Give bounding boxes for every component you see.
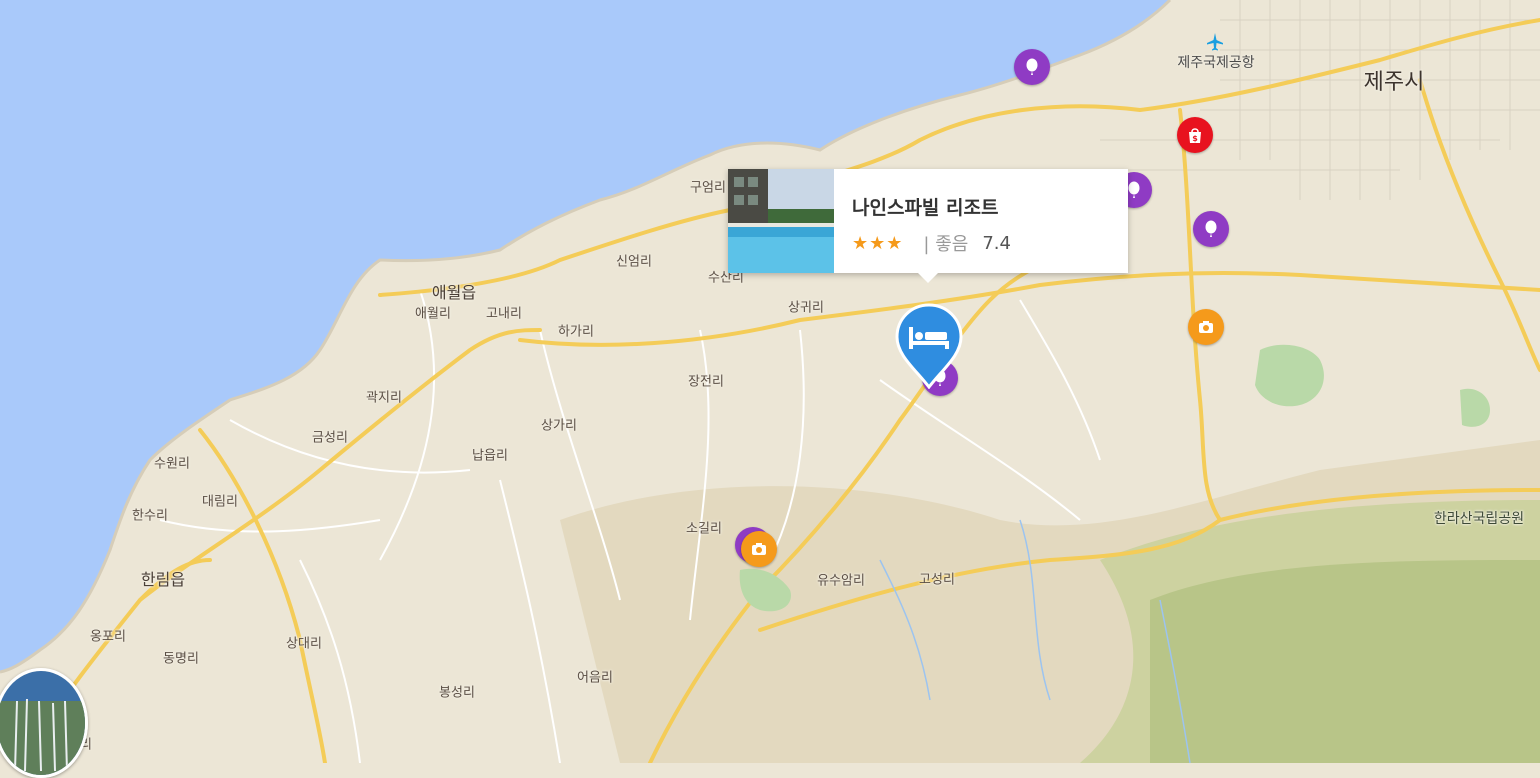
- park-patch: [1255, 344, 1324, 407]
- hotel-info-popup[interactable]: 나인스파빌 리조트 ★★★ | 좋음 7.4: [728, 169, 1128, 283]
- camera-icon: [1199, 321, 1213, 333]
- place-label: 곽지리: [366, 390, 402, 406]
- place-label: 대림리: [202, 494, 238, 510]
- place-label: 애월리: [415, 306, 451, 322]
- camera-icon: [752, 543, 766, 555]
- place-label: 옹포리: [90, 629, 126, 645]
- place-label: 고성리: [919, 572, 955, 588]
- shopping-marker[interactable]: $: [1177, 117, 1213, 153]
- place-label: 납읍리: [472, 448, 508, 464]
- sightseeing-camera-marker[interactable]: [741, 531, 777, 567]
- place-label: 동명리: [163, 651, 199, 667]
- place-label: 제주시: [1363, 70, 1425, 95]
- shopping-bag-icon: $: [1189, 128, 1201, 143]
- rating-label: | 좋음: [923, 234, 969, 255]
- place-label: 애월읍: [431, 283, 477, 302]
- hotel-name[interactable]: 나인스파빌 리조트: [852, 193, 1011, 220]
- map-base: [0, 0, 1540, 765]
- place-label: 상가리: [541, 418, 577, 434]
- place-label: 한림읍: [140, 570, 186, 589]
- svg-text:$: $: [1192, 134, 1198, 143]
- place-label: 금성리: [312, 430, 348, 446]
- attraction-balloon-marker[interactable]: [1193, 211, 1229, 247]
- place-label: 장전리: [688, 374, 724, 390]
- place-label: 유수암리: [817, 573, 865, 589]
- place-label: 한라산국립공원: [1433, 511, 1525, 527]
- place-label: 구엄리: [690, 180, 726, 196]
- place-label: 한수리: [132, 508, 168, 524]
- balloon-icon: [1026, 58, 1038, 75]
- place-label: 상귀리: [788, 300, 824, 316]
- place-label: 상대리: [286, 636, 322, 652]
- sightseeing-camera-marker[interactable]: [1188, 309, 1224, 345]
- map-canvas[interactable]: 제주시 제주국제공항 애월읍 한림읍 한라산국립공원 구엄리 신엄리 수산리 애월리 고내리 하가리…: [0, 0, 1540, 778]
- rating-score: 7.4: [982, 232, 1011, 254]
- place-label: 고내리: [486, 306, 522, 322]
- place-label: 소길리: [686, 521, 722, 537]
- place-label: 제주국제공항: [1177, 55, 1255, 71]
- place-label: 하가리: [558, 324, 594, 340]
- attraction-balloon-marker[interactable]: [1014, 49, 1050, 85]
- star-rating-icon: ★★★: [852, 232, 904, 254]
- place-label: 봉성리: [439, 685, 475, 701]
- balloon-icon: [1205, 220, 1217, 237]
- hallasan-forest: [1150, 560, 1540, 763]
- place-label: 어음리: [577, 670, 613, 686]
- place-label: 수원리: [154, 456, 190, 472]
- hotel-photo: [728, 169, 834, 273]
- airplane-icon: [1207, 33, 1223, 51]
- hotel-pin-marker[interactable]: [895, 303, 963, 389]
- place-label: 신엄리: [616, 254, 652, 270]
